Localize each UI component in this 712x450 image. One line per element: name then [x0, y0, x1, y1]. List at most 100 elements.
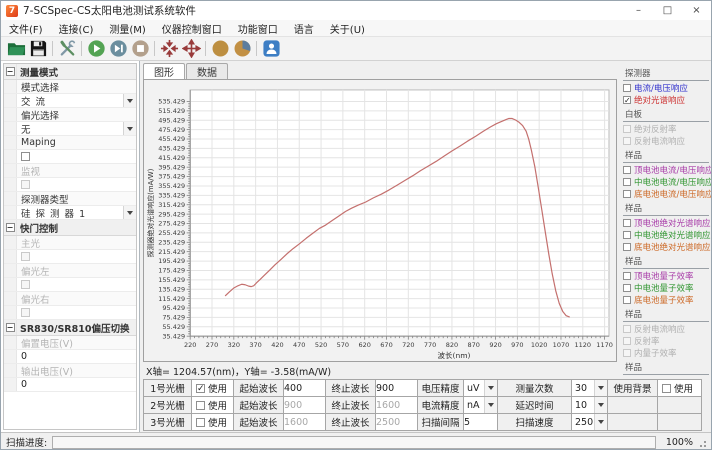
collapse-arrows-icon[interactable]	[159, 39, 179, 59]
move-arrows-icon[interactable]	[181, 39, 201, 59]
collapse-icon[interactable]: −	[6, 67, 15, 76]
use-checkbox[interactable]	[196, 401, 205, 410]
curve-checkbox-item[interactable]: 内量子效率	[623, 347, 709, 359]
param2-dropdown[interactable]: 10	[572, 397, 607, 413]
dropdown-button[interactable]	[484, 397, 497, 413]
curve-checkbox-item[interactable]: 顶电池绝对光谱响应	[623, 217, 709, 229]
minimize-button[interactable]: –	[624, 1, 653, 20]
curve-checkbox[interactable]	[623, 284, 631, 292]
curve-checkbox[interactable]	[623, 231, 631, 239]
param2-dropdown[interactable]: 250	[572, 414, 607, 430]
curve-checkbox[interactable]	[623, 325, 631, 333]
param2-value[interactable]: 250	[572, 414, 608, 431]
curve-checkbox[interactable]	[623, 190, 631, 198]
dropdown-button[interactable]	[484, 380, 497, 396]
start-wavelength-input[interactable]: 400	[284, 380, 326, 397]
dropdown-button[interactable]	[594, 397, 607, 413]
menu-instrument-control[interactable]: 仪器控制窗口	[154, 20, 230, 36]
user-icon[interactable]	[261, 39, 281, 59]
menu-measure[interactable]: 测量(M)	[101, 20, 153, 36]
curve-checkbox[interactable]	[623, 272, 631, 280]
end-wavelength-input[interactable]: 2500	[376, 414, 418, 431]
start-wavelength-input[interactable]: 900	[284, 397, 326, 414]
property-checkbox[interactable]	[21, 252, 30, 261]
use-checkbox[interactable]: ✓	[196, 384, 205, 393]
property-dropdown[interactable]: 无	[17, 122, 136, 135]
curve-checkbox-item[interactable]: 顶电池电流/电压响应	[623, 164, 709, 176]
property-input[interactable]: 0	[17, 378, 136, 391]
end-wavelength-input[interactable]: 1600	[376, 397, 418, 414]
dropdown-button[interactable]	[594, 380, 607, 396]
property-checkbox[interactable]	[21, 280, 30, 289]
param1-value[interactable]: uV	[464, 380, 498, 397]
param2-value[interactable]: 10	[572, 397, 608, 414]
dropdown-button[interactable]	[123, 206, 136, 219]
property-checkbox[interactable]	[21, 152, 30, 161]
curve-checkbox-item[interactable]: 底电池电流/电压响应	[623, 188, 709, 200]
param2-dropdown[interactable]: 30	[572, 380, 607, 396]
param1-value[interactable]: 5	[464, 414, 498, 431]
tab-graph[interactable]: 图形	[143, 63, 185, 79]
maximize-button[interactable]: □	[653, 1, 682, 20]
property-dropdown[interactable]: 硅 探 测 器 1	[17, 206, 136, 219]
param1-dropdown[interactable]: uV	[464, 380, 497, 396]
curve-checkbox[interactable]	[623, 337, 631, 345]
property-checkbox[interactable]	[21, 180, 30, 189]
use-background-cell[interactable]: 使用	[658, 380, 702, 397]
use-background-checkbox[interactable]	[662, 384, 671, 393]
dropdown-button[interactable]	[594, 414, 607, 430]
property-checkbox[interactable]	[21, 308, 30, 317]
param2-value[interactable]: 30	[572, 380, 608, 397]
tab-data[interactable]: 数据	[186, 63, 228, 79]
curve-checkbox-item[interactable]: 中电池绝对光谱响应	[623, 229, 709, 241]
menu-function-window[interactable]: 功能窗口	[230, 20, 286, 36]
use-cell[interactable]: 使用	[192, 414, 234, 431]
curve-checkbox-item[interactable]: 绝对反射率	[623, 123, 709, 135]
curve-checkbox[interactable]	[623, 219, 631, 227]
dropdown-button[interactable]	[123, 94, 136, 107]
section-header[interactable]: −SR830/SR810偏压切换	[4, 320, 136, 336]
menu-language[interactable]: 语言	[286, 20, 322, 36]
curve-checkbox-item[interactable]: 反射电流响应	[623, 135, 709, 147]
menu-connect[interactable]: 连接(C)	[51, 20, 102, 36]
curve-checkbox[interactable]	[623, 178, 631, 186]
curve-checkbox[interactable]	[623, 166, 631, 174]
use-cell[interactable]: ✓使用	[192, 380, 234, 397]
chart-area[interactable]: 2202703203704204705205706206707207708208…	[143, 79, 617, 362]
param1-dropdown[interactable]: nA	[464, 397, 497, 413]
menu-file[interactable]: 文件(F)	[1, 20, 51, 36]
end-wavelength-input[interactable]: 900	[376, 380, 418, 397]
section-header[interactable]: −快门控制	[4, 220, 136, 236]
close-button[interactable]: ×	[682, 1, 711, 20]
param1-value[interactable]: nA	[464, 397, 498, 414]
start-wavelength-input[interactable]: 1600	[284, 414, 326, 431]
curve-checkbox[interactable]	[623, 349, 631, 357]
property-dropdown[interactable]: 交 流	[17, 94, 136, 107]
pie-chart-icon[interactable]	[232, 39, 252, 59]
curve-checkbox-item[interactable]: 反射率	[623, 335, 709, 347]
collapse-icon[interactable]: −	[6, 223, 15, 232]
dropdown-button[interactable]	[123, 122, 136, 135]
circle-icon[interactable]	[210, 39, 230, 59]
stop-icon[interactable]	[130, 39, 150, 59]
curve-checkbox[interactable]	[623, 243, 631, 251]
curve-checkbox-item[interactable]: 底电池绝对光谱响应	[623, 241, 709, 253]
curve-checkbox-item[interactable]: 电流/电压响应	[623, 82, 709, 94]
curve-checkbox[interactable]	[623, 137, 631, 145]
use-cell[interactable]: 使用	[192, 397, 234, 414]
curve-checkbox-item[interactable]: 顶电池量子效率	[623, 270, 709, 282]
property-input[interactable]: 0	[17, 350, 136, 363]
curve-checkbox[interactable]	[623, 296, 631, 304]
resize-grip[interactable]	[698, 433, 708, 450]
collapse-icon[interactable]: −	[6, 323, 15, 332]
run-icon[interactable]	[86, 39, 106, 59]
curve-checkbox-item[interactable]: 反射电流响应	[623, 323, 709, 335]
curve-checkbox[interactable]	[623, 125, 631, 133]
tools-icon[interactable]	[57, 39, 77, 59]
curve-checkbox-item[interactable]: ✓绝对光谱响应	[623, 94, 709, 106]
section-header[interactable]: −测量模式	[4, 64, 136, 80]
menu-about[interactable]: 关于(U)	[322, 20, 373, 36]
open-folder-icon[interactable]	[6, 39, 26, 59]
use-checkbox[interactable]	[196, 418, 205, 427]
curve-checkbox-item[interactable]: 中电池量子效率	[623, 282, 709, 294]
